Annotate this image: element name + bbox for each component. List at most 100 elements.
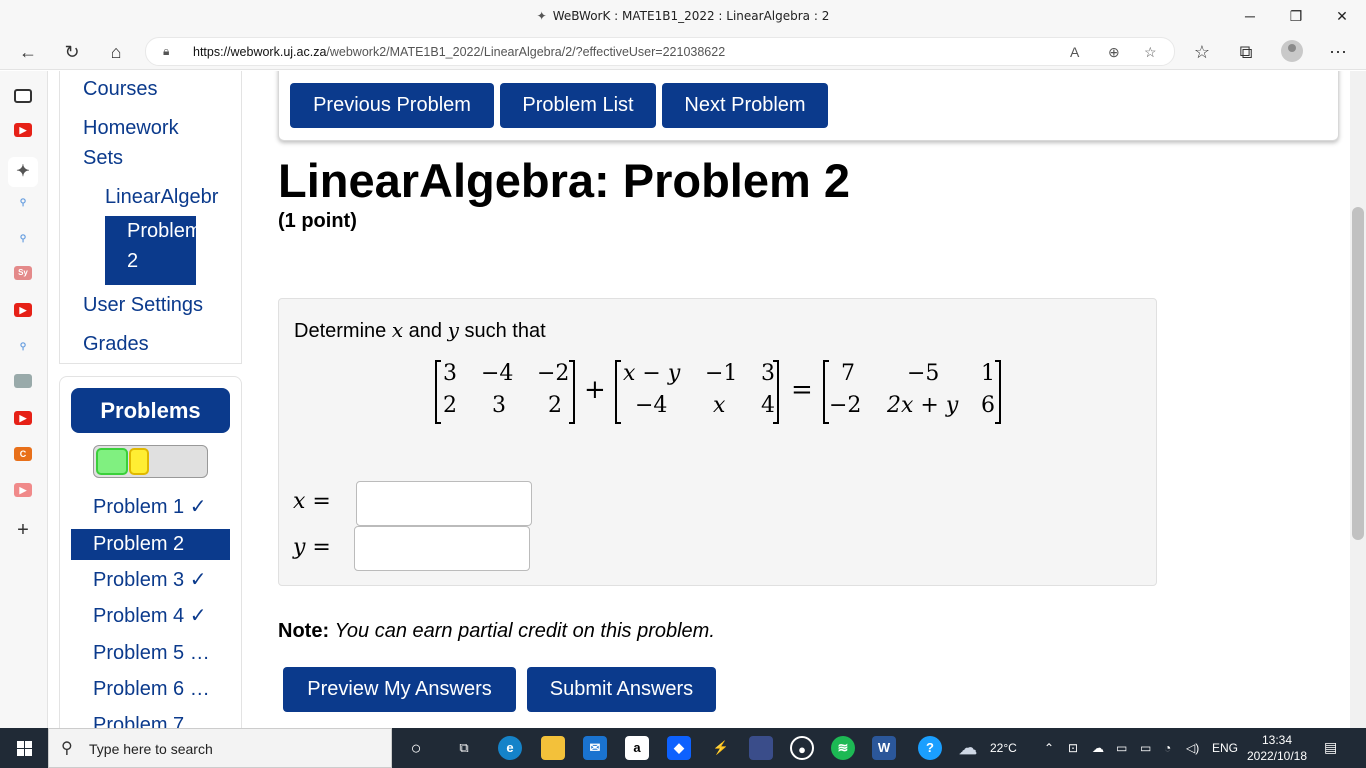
- problem-points: (1 point): [278, 210, 357, 232]
- nav-courses[interactable]: Courses: [83, 74, 157, 104]
- amazon-icon[interactable]: a: [625, 736, 649, 760]
- wifi-icon[interactable]: ◔: [1164, 741, 1171, 755]
- close-window-button[interactable]: ✕: [1322, 4, 1362, 28]
- cortana-icon[interactable]: ○: [404, 736, 428, 760]
- more-menu-icon[interactable]: ⋯: [1324, 38, 1352, 66]
- notifications-icon[interactable]: ▤: [1324, 739, 1337, 756]
- sy-tab-icon[interactable]: Sy: [14, 266, 32, 280]
- scrollbar-thumb[interactable]: [1352, 207, 1364, 540]
- file-explorer-icon[interactable]: [541, 736, 565, 760]
- equals-operator: =: [791, 375, 813, 405]
- back-arrow-icon[interactable]: ←: [14, 38, 42, 66]
- answer-y-input[interactable]: [354, 526, 530, 571]
- nav-user-settings[interactable]: User Settings: [83, 290, 203, 320]
- search-tab-icon[interactable]: ⚲: [14, 339, 32, 353]
- address-bar[interactable]: 🔒︎ https://webwork.uj.ac.za/webwork2/MAT…: [145, 37, 1175, 66]
- dropbox-icon[interactable]: ◆: [667, 736, 691, 760]
- nav-current-problem[interactable]: Problem 2: [105, 216, 196, 285]
- youtube-icon[interactable]: ▶: [14, 303, 32, 317]
- problem-link-1[interactable]: Problem 1 ✓: [71, 492, 230, 523]
- answer-y-label: y =: [293, 535, 331, 560]
- answer-x-input[interactable]: [356, 481, 532, 526]
- windows-start-icon[interactable]: [0, 728, 48, 768]
- search-tab-icon[interactable]: ⚲: [14, 231, 32, 245]
- read-aloud-icon[interactable]: A: [1070, 44, 1079, 60]
- battery-icon[interactable]: ▭: [1140, 741, 1151, 755]
- preview-answers-button[interactable]: Preview My Answers: [283, 667, 516, 712]
- weather-icon[interactable]: ☁: [956, 736, 980, 760]
- problem-link-2[interactable]: Problem 2: [71, 529, 230, 560]
- youtube-icon[interactable]: ▶: [14, 411, 32, 425]
- mail-icon[interactable]: ✉: [583, 736, 607, 760]
- taskbar-search[interactable]: ⚲ Type here to search: [48, 728, 392, 768]
- problems-panel: Problems Problem 1 ✓ Problem 2 Problem 3…: [59, 376, 242, 728]
- webwork-logo-icon: ✦: [536, 9, 547, 23]
- taskbar-clock[interactable]: 13:34 2022/10/18: [1240, 732, 1314, 764]
- minimize-button[interactable]: ─: [1230, 4, 1270, 28]
- edge-icon[interactable]: e: [498, 736, 522, 760]
- task-view-icon[interactable]: ⧉: [452, 736, 476, 760]
- display-icon[interactable]: ▭: [1116, 741, 1127, 755]
- favorites-icon[interactable]: ☆: [1188, 38, 1216, 66]
- youtube-icon[interactable]: ▶: [14, 483, 32, 497]
- restore-button[interactable]: ❐: [1276, 4, 1316, 28]
- answer-x-label: x =: [293, 489, 331, 514]
- problem-navigation: Previous Problem Problem List Next Probl…: [278, 71, 1339, 141]
- matrix-equation: 3 −4 −2 2 3 2 + x − y −1 3 −4 x 4 = 7 −5: [429, 360, 1009, 431]
- problems-heading: Problems: [71, 388, 230, 433]
- word-icon[interactable]: W: [872, 736, 896, 760]
- problem-statement: Determine x and y such that: [294, 318, 546, 342]
- refresh-icon[interactable]: ↻: [58, 38, 86, 66]
- tab-actions-icon[interactable]: [14, 89, 32, 103]
- onedrive-icon[interactable]: ☁: [1092, 741, 1104, 755]
- help-icon[interactable]: ?: [918, 736, 942, 760]
- add-favorite-icon[interactable]: ☆: [1144, 44, 1157, 61]
- lock-icon: 🔒︎: [163, 44, 170, 58]
- progress-partial: [129, 448, 149, 475]
- volume-icon[interactable]: ◁): [1186, 741, 1199, 755]
- zoom-icon[interactable]: ⊕: [1108, 44, 1120, 61]
- previous-problem-button[interactable]: Previous Problem: [290, 83, 494, 128]
- spotify-icon[interactable]: ≋: [831, 736, 855, 760]
- submit-answers-button[interactable]: Submit Answers: [527, 667, 716, 712]
- browser-sidebar: ▶ ✦ ⚲ ⚲ Sy ▶ ⚲ ▶ C ▶ +: [0, 71, 48, 728]
- nav-set-linearalgebra[interactable]: LinearAlgebr: [105, 182, 219, 212]
- progress-bar: [93, 445, 208, 478]
- problem-link-5[interactable]: Problem 5 …: [71, 638, 230, 669]
- language-indicator[interactable]: ENG: [1212, 741, 1238, 755]
- image-tab-icon[interactable]: [14, 374, 32, 388]
- url-text[interactable]: https://webwork.uj.ac.za/webwork2/MATE1B…: [193, 45, 725, 59]
- matrix-a: 3 −4 −2 2 3 2: [435, 360, 575, 424]
- window-title-text: WeBWorK : MATE1B1_2022 : LinearAlgebra :…: [552, 9, 830, 23]
- weather-temperature[interactable]: 22°C: [990, 741, 1017, 755]
- problem-link-4[interactable]: Problem 4 ✓: [71, 601, 230, 632]
- matrix-c: 7 −5 1 −2 2x + y 6: [823, 360, 1001, 424]
- problem-link-7[interactable]: Problem 7: [71, 710, 230, 728]
- app-lightning-icon[interactable]: ⚡: [709, 736, 733, 760]
- show-hidden-icons-icon[interactable]: ⌃: [1044, 741, 1054, 755]
- add-icon[interactable]: +: [14, 520, 32, 540]
- c-tab-icon[interactable]: C: [14, 447, 32, 461]
- problem-link-3[interactable]: Problem 3 ✓: [71, 565, 230, 596]
- nav-grades[interactable]: Grades: [83, 329, 149, 359]
- collections-icon[interactable]: ⧉: [1232, 38, 1260, 66]
- search-icon: ⚲: [61, 740, 73, 757]
- browser-toolbar: ← ↻ ⌂ 🔒︎ https://webwork.uj.ac.za/webwor…: [0, 33, 1366, 70]
- profile-avatar[interactable]: [1281, 40, 1303, 62]
- matrix-b: x − y −1 3 −4 x 4: [615, 360, 779, 424]
- youtube-icon[interactable]: ▶: [14, 123, 32, 137]
- window-title-bar: ✦ WeBWorK : MATE1B1_2022 : LinearAlgebra …: [0, 0, 1366, 33]
- home-icon[interactable]: ⌂: [102, 38, 130, 66]
- webwork-tab-icon[interactable]: ✦: [8, 157, 38, 187]
- search-tab-icon[interactable]: ⚲: [14, 195, 32, 209]
- next-problem-button[interactable]: Next Problem: [662, 83, 828, 128]
- problem-list-button[interactable]: Problem List: [500, 83, 656, 128]
- progress-correct: [96, 448, 128, 475]
- window-title: ✦ WeBWorK : MATE1B1_2022 : LinearAlgebra …: [0, 9, 1366, 23]
- problem-link-6[interactable]: Problem 6 …: [71, 674, 230, 705]
- tray-app-icon[interactable]: ⊡: [1068, 741, 1078, 755]
- nav-homework-sets[interactable]: Homework Sets: [83, 113, 179, 173]
- plus-operator: +: [584, 375, 606, 405]
- media-player-icon[interactable]: ●: [790, 736, 814, 760]
- game-icon[interactable]: [749, 736, 773, 760]
